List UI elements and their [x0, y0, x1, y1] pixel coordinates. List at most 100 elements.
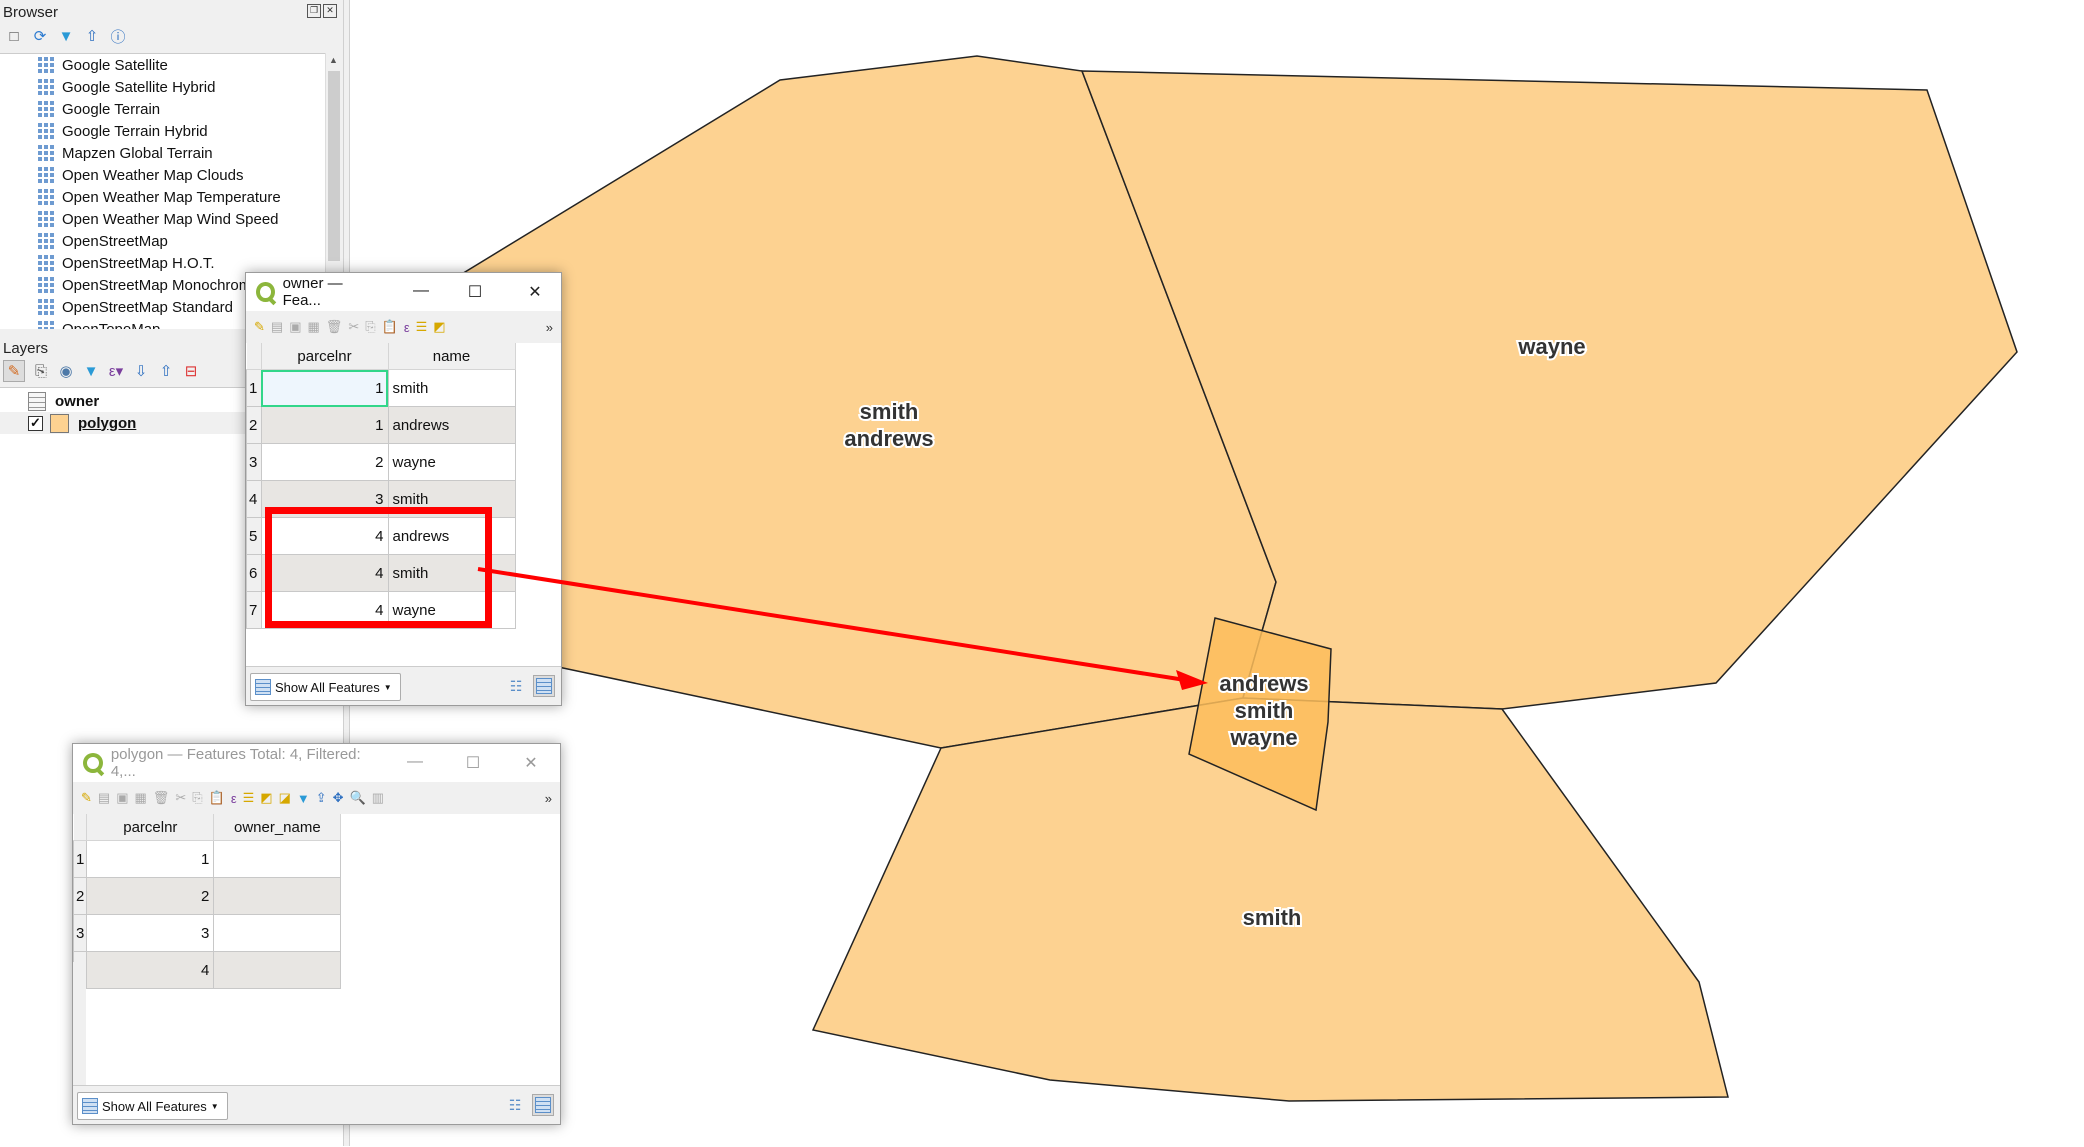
move-selection-to-top-icon[interactable]: ⇪	[316, 790, 327, 806]
maximize-button[interactable]: ☐	[444, 753, 502, 773]
column-header[interactable]: name	[388, 343, 516, 370]
cell-parcelnr[interactable]: 4	[260, 554, 389, 592]
save-edits-icon[interactable]: ▣	[116, 790, 128, 806]
close-button[interactable]: ✕	[509, 282, 561, 302]
field-calculator-icon[interactable]: ▥	[372, 790, 384, 806]
row-header[interactable]: 1	[246, 369, 262, 407]
select-by-expression-icon[interactable]: ε	[231, 791, 237, 806]
copy-icon[interactable]: ⎘	[192, 790, 202, 806]
cell-parcelnr[interactable]: 2	[260, 443, 389, 481]
add-layer-icon[interactable]: □	[5, 27, 23, 45]
invert-selection-icon[interactable]: ◩	[433, 319, 445, 335]
minimize-button[interactable]: —	[401, 282, 441, 302]
cell-parcelnr[interactable]: 4	[86, 951, 215, 989]
browser-item[interactable]: Google Satellite	[0, 54, 325, 76]
select-by-expression-icon[interactable]: ε	[404, 320, 410, 335]
row-header[interactable]: 1	[72, 840, 88, 878]
float-panel-icon[interactable]: ❐	[307, 4, 321, 18]
table-row[interactable]: 22	[72, 877, 342, 915]
add-feature-icon[interactable]: ▦	[135, 790, 147, 806]
column-header[interactable]: parcelnr	[86, 814, 215, 841]
cell-owner-name[interactable]	[213, 877, 342, 915]
cell-parcelnr[interactable]: 1	[260, 406, 389, 444]
table-row[interactable]: 1 1 smith	[246, 369, 516, 407]
cell-owner-name[interactable]	[213, 914, 342, 952]
table-row[interactable]: 5 4 andrews	[246, 517, 516, 555]
cell-name[interactable]: wayne	[387, 443, 516, 481]
cell-parcelnr[interactable]: 3	[86, 914, 215, 952]
paste-icon[interactable]: 📋	[209, 790, 225, 806]
multi-edit-icon[interactable]: ▤	[271, 319, 283, 335]
column-header[interactable]: owner_name	[213, 814, 342, 841]
form-view-button[interactable]: ☷	[504, 1094, 526, 1116]
table-row[interactable]: 6 4 smith	[246, 554, 516, 592]
browser-item[interactable]: Open Weather Map Wind Speed	[0, 208, 325, 230]
maximize-button[interactable]: ☐	[441, 282, 509, 302]
table-row[interactable]: 44	[72, 951, 342, 989]
map-canvas[interactable]: smith andrews wayne smith andrews smith …	[350, 0, 2084, 1146]
row-header[interactable]: 4	[246, 480, 262, 518]
filter-icon[interactable]: ▼	[57, 27, 75, 45]
row-header[interactable]: 3	[72, 914, 88, 952]
select-all-icon[interactable]: ☰	[243, 790, 255, 806]
layer-visibility-checkbox[interactable]: ✓	[28, 415, 43, 431]
row-header[interactable]: 6	[246, 554, 262, 592]
deselect-all-icon[interactable]: ◪	[279, 790, 291, 806]
browser-item[interactable]: Google Satellite Hybrid	[0, 76, 325, 98]
paste-icon[interactable]: 📋	[382, 319, 398, 335]
more-tools-icon[interactable]: »	[546, 320, 553, 335]
pan-to-selected-icon[interactable]: ✥	[333, 790, 344, 806]
collapse-all-icon[interactable]: ⇧	[157, 362, 175, 380]
cell-name[interactable]: smith	[387, 480, 516, 518]
row-header[interactable]: 3	[246, 443, 262, 481]
cut-icon[interactable]: ✂	[348, 319, 359, 335]
cell-parcelnr[interactable]: 2	[86, 877, 215, 915]
browser-item[interactable]: Open Weather Map Clouds	[0, 164, 325, 186]
owner-attribute-table[interactable]: parcelnr name 1 1 smith 2 1 andrews 3 2 wayne …	[246, 343, 516, 629]
show-features-dropdown[interactable]: Show All Features ▼	[77, 1092, 228, 1120]
form-view-button[interactable]: ☷	[505, 675, 527, 697]
browser-item[interactable]: OpenStreetMap H.O.T.	[0, 252, 325, 274]
table-row[interactable]: 4 3 smith	[246, 480, 516, 518]
add-feature-icon[interactable]: ▦	[308, 319, 320, 335]
filter-legend-icon[interactable]: ▼	[82, 362, 100, 380]
table-view-button[interactable]	[532, 1094, 554, 1116]
cell-name[interactable]: smith	[387, 369, 516, 407]
window-titlebar[interactable]: polygon — Features Total: 4, Filtered: 4…	[73, 744, 560, 782]
minimize-button[interactable]: —	[386, 753, 444, 773]
refresh-icon[interactable]: ⟳	[31, 27, 49, 45]
browser-item[interactable]: OpenStreetMap	[0, 230, 325, 252]
visibility-icon[interactable]: ◉	[57, 362, 75, 380]
info-icon[interactable]: ⓘ	[109, 27, 127, 46]
table-row[interactable]: 2 1 andrews	[246, 406, 516, 444]
multi-edit-icon[interactable]: ▤	[98, 790, 110, 806]
filter-icon[interactable]: ▼	[297, 791, 310, 806]
cell-parcelnr[interactable]: 4	[260, 517, 389, 555]
style-panel-icon[interactable]: ✎	[3, 360, 25, 382]
expand-all-icon[interactable]: ⇩	[132, 362, 150, 380]
close-panel-icon[interactable]: ✕	[323, 4, 337, 18]
cell-parcelnr[interactable]: 1	[86, 840, 215, 878]
browser-item[interactable]: Google Terrain Hybrid	[0, 120, 325, 142]
cell-name[interactable]: andrews	[387, 517, 516, 555]
toggle-editing-icon[interactable]: ✎	[81, 790, 92, 806]
browser-item[interactable]: Mapzen Global Terrain	[0, 142, 325, 164]
zoom-to-selected-icon[interactable]: 🔍	[350, 790, 366, 806]
more-tools-icon[interactable]: »	[545, 791, 552, 806]
scrollbar-thumb[interactable]	[328, 71, 340, 261]
expression-filter-icon[interactable]: ε▾	[107, 362, 125, 380]
remove-layer-icon[interactable]: ⊟	[182, 362, 200, 380]
window-titlebar[interactable]: owner — Fea... — ☐ ✕	[246, 273, 561, 311]
show-features-dropdown[interactable]: Show All Features ▼	[250, 673, 401, 701]
cell-owner-name[interactable]	[213, 951, 342, 989]
table-row[interactable]: 11	[72, 840, 342, 878]
cell-owner-name[interactable]	[213, 840, 342, 878]
cut-icon[interactable]: ✂	[175, 790, 186, 806]
toggle-editing-icon[interactable]: ✎	[254, 319, 265, 335]
add-group-icon[interactable]: ⎘	[32, 362, 50, 380]
row-header[interactable]: 5	[246, 517, 262, 555]
cell-parcelnr[interactable]: 1	[260, 369, 389, 407]
table-row[interactable]: 3 2 wayne	[246, 443, 516, 481]
row-header[interactable]: 2	[72, 877, 88, 915]
delete-feature-icon[interactable]: 🗑	[326, 319, 343, 335]
